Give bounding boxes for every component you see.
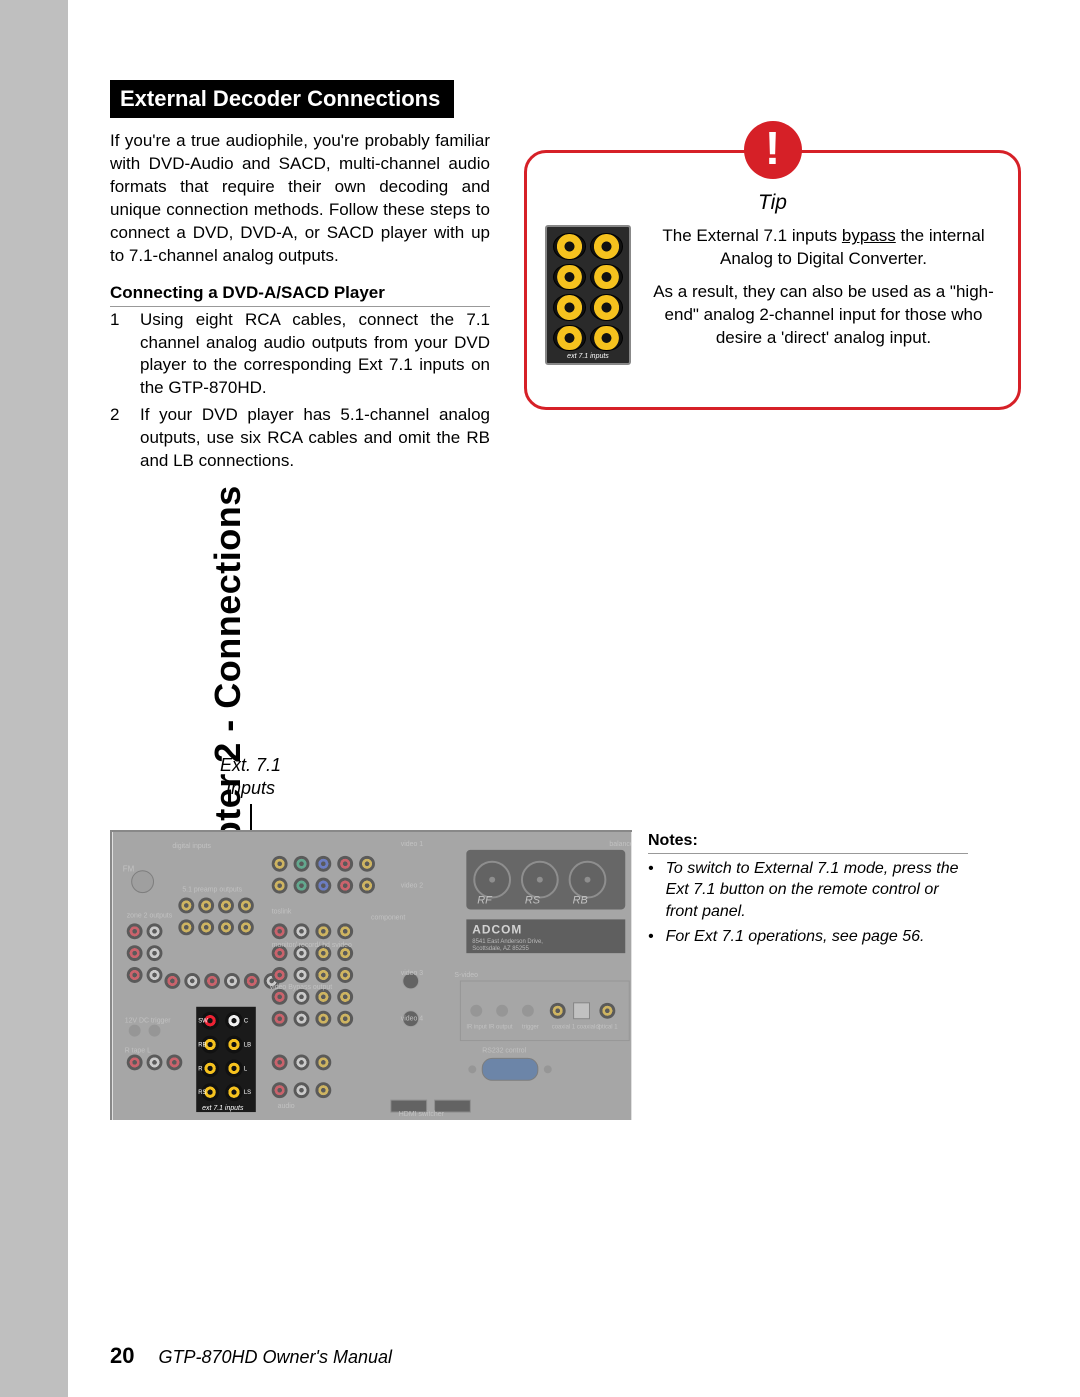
ext71-label: Ext. 7.1Inputs — [220, 754, 281, 799]
svg-text:ADCOM: ADCOM — [472, 922, 522, 936]
rear-panel-diagram: video 1 video 2 video 3 video 4 5.1 prea… — [110, 830, 632, 1120]
svg-text:FM: FM — [123, 865, 134, 874]
step-number: 1 — [110, 309, 122, 401]
tip-title: Tip — [545, 189, 1000, 217]
ext71-inputs-thumbnail — [545, 225, 631, 365]
svg-text:RS: RS — [525, 895, 541, 907]
svg-text:12V DC trigger: 12V DC trigger — [125, 1018, 172, 1025]
svg-text:video Bypass output: video Bypass output — [270, 984, 333, 991]
svg-text:balanced: balanced — [609, 841, 632, 848]
svg-text:RF: RF — [477, 895, 493, 907]
svg-text:8541 East Anderson Drive,: 8541 East Anderson Drive, — [472, 939, 543, 945]
section-heading: External Decoder Connections — [110, 80, 454, 118]
svg-text:5.1 preamp outputs: 5.1 preamp outputs — [182, 887, 242, 894]
step-item: 2 If your DVD player has 5.1-channel ana… — [110, 404, 490, 473]
svg-text:LB: LB — [244, 1043, 251, 1049]
svg-text:trigger: trigger — [522, 1025, 539, 1031]
step-text: If your DVD player has 5.1-channel analo… — [140, 404, 490, 473]
svg-text:audio: audio — [278, 1103, 295, 1110]
svg-text:R tape L: R tape L — [125, 1047, 151, 1054]
svg-text:SW: SW — [198, 1019, 208, 1025]
svg-text:zone 2 outputs: zone 2 outputs — [127, 912, 173, 919]
svg-text:coaxial 1 coaxial 2: coaxial 1 coaxial 2 — [552, 1025, 601, 1031]
svg-text:HDMI switcher: HDMI switcher — [399, 1111, 445, 1118]
step-list: 1 Using eight RCA cables, connect the 7.… — [110, 309, 490, 474]
svg-text:RB: RB — [573, 895, 588, 907]
svg-text:video 2: video 2 — [401, 883, 424, 890]
svg-text:toslink: toslink — [272, 908, 292, 915]
svg-text:LS: LS — [244, 1090, 251, 1096]
tip-text: The External 7.1 inputs bypass the inter… — [647, 225, 1000, 350]
svg-text:RS: RS — [198, 1090, 206, 1096]
note-item: •For Ext 7.1 operations, see page 56. — [648, 926, 968, 948]
manual-title: GTP-870HD Owner's Manual — [158, 1347, 392, 1368]
note-item: •To switch to External 7.1 mode, press t… — [648, 858, 968, 923]
svg-text:video 4: video 4 — [401, 1016, 424, 1023]
svg-text:ext 7.1 inputs: ext 7.1 inputs — [202, 1105, 244, 1112]
side-strip — [0, 0, 68, 1397]
main-body-text: If you're a true audiophile, you're prob… — [110, 130, 490, 477]
svg-text:optical 1: optical 1 — [595, 1025, 618, 1031]
tip-callout: ! Tip The External 7.1 inputs bypass the… — [524, 150, 1021, 410]
step-number: 2 — [110, 404, 122, 473]
svg-text:S-video: S-video — [454, 972, 478, 979]
manual-page: Chapter 2 - Connections External Decoder… — [0, 0, 1080, 1397]
svg-text:C: C — [244, 1019, 249, 1025]
page-number: 20 — [110, 1343, 134, 1369]
svg-text:component: component — [371, 914, 405, 921]
alert-icon: ! — [744, 121, 802, 179]
svg-text:video 3: video 3 — [401, 970, 424, 977]
svg-text:RS232 control: RS232 control — [482, 1047, 526, 1054]
svg-text:IR input IR output: IR input IR output — [466, 1025, 513, 1031]
svg-text:video 1: video 1 — [401, 841, 424, 848]
svg-text:RB: RB — [198, 1043, 206, 1049]
intro-paragraph: If you're a true audiophile, you're prob… — [110, 130, 490, 268]
svg-text:R: R — [198, 1066, 203, 1072]
svg-text:Scottsdale, AZ 85255: Scottsdale, AZ 85255 — [472, 946, 529, 952]
subheading: Connecting a DVD-A/SACD Player — [110, 282, 490, 307]
step-item: 1 Using eight RCA cables, connect the 7.… — [110, 309, 490, 401]
svg-text:digital inputs: digital inputs — [172, 843, 211, 850]
page-footer: 20 GTP-870HD Owner's Manual — [110, 1343, 392, 1369]
svg-text:monitor/ record/ hd svideo: monitor/ record/ hd svideo — [272, 942, 352, 949]
notes-block: Notes: •To switch to External 7.1 mode, … — [648, 830, 968, 952]
rear-panel-svg: video 1 video 2 video 3 video 4 5.1 prea… — [112, 832, 632, 1120]
step-text: Using eight RCA cables, connect the 7.1 … — [140, 309, 490, 401]
notes-heading: Notes: — [648, 830, 968, 854]
